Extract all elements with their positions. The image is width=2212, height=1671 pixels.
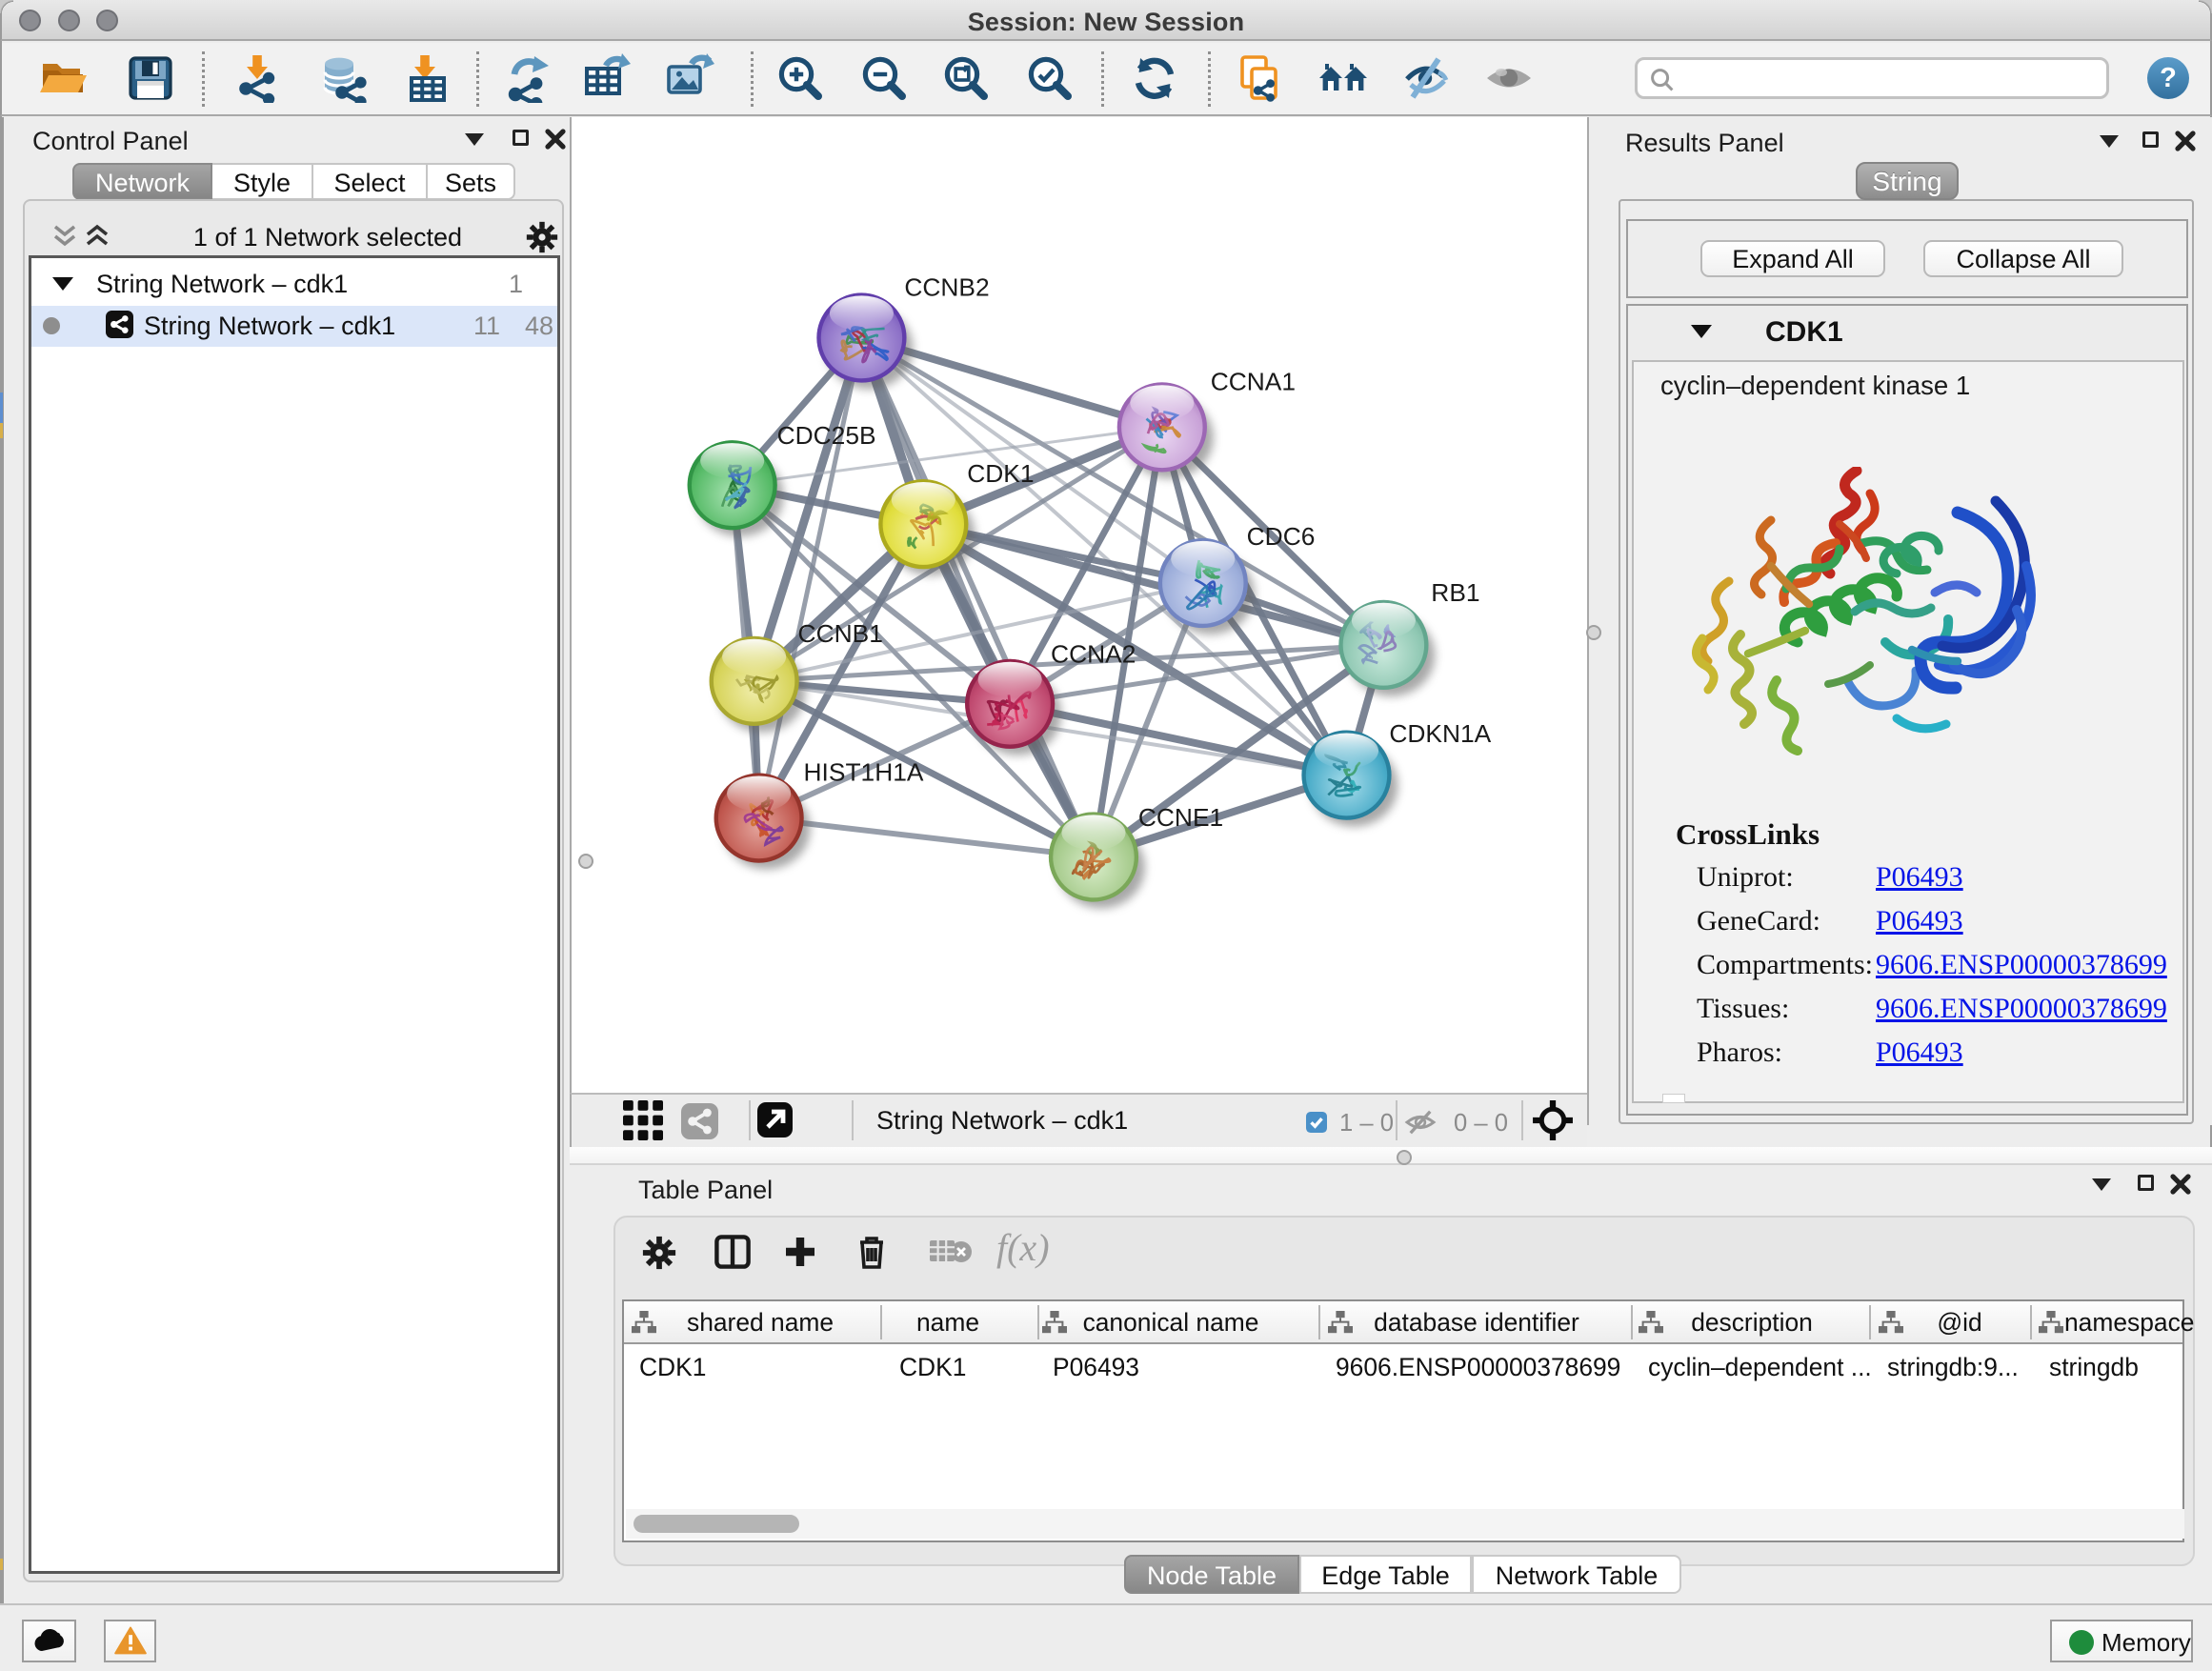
svg-text:CDK1: CDK1 [967,459,1034,488]
svg-text:CCNA2: CCNA2 [1051,639,1136,668]
svg-text:RB1: RB1 [1431,578,1479,607]
svg-text:CCNA1: CCNA1 [1211,367,1296,395]
svg-text:CDKN1A: CDKN1A [1389,719,1491,748]
svg-text:CCNB1: CCNB1 [798,619,883,648]
svg-text:CCNB2: CCNB2 [904,273,989,302]
svg-text:CDC25B: CDC25B [777,421,876,450]
svg-text:CDC6: CDC6 [1247,522,1316,551]
svg-text:CCNE1: CCNE1 [1138,803,1223,832]
svg-text:HIST1H1A: HIST1H1A [804,758,924,787]
